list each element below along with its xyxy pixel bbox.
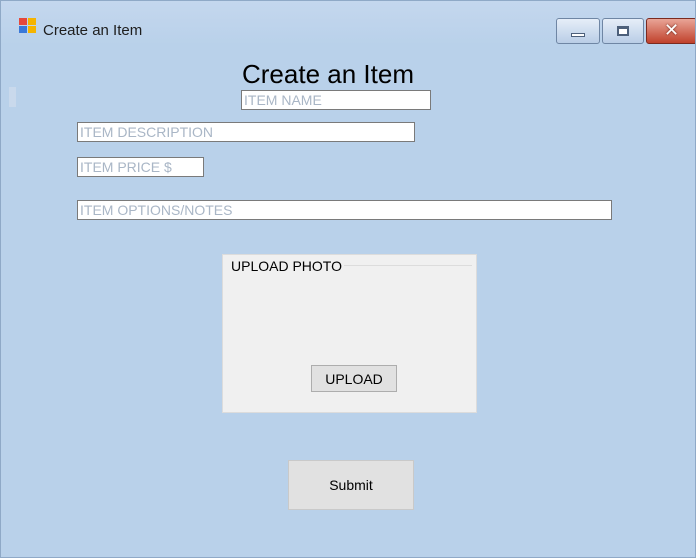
close-icon: ✕	[663, 20, 680, 41]
window-edge-mark	[9, 87, 16, 107]
item-notes-input[interactable]	[77, 200, 612, 220]
item-name-input[interactable]	[241, 90, 431, 110]
item-price-input[interactable]	[77, 157, 204, 177]
minimize-icon	[571, 33, 585, 37]
app-window-icon	[19, 18, 37, 34]
group-border-line	[333, 265, 472, 266]
item-description-input[interactable]	[77, 122, 415, 142]
create-item-window: Create an Item ✕ Create an Item UPLOAD P…	[0, 0, 696, 558]
close-button[interactable]: ✕	[646, 18, 695, 44]
upload-button[interactable]: UPLOAD	[311, 365, 397, 392]
window-title: Create an Item	[43, 22, 143, 39]
minimize-button[interactable]	[556, 18, 600, 44]
title-bar[interactable]: Create an Item ✕	[1, 1, 695, 45]
page-title: Create an Item	[242, 59, 414, 89]
maximize-button[interactable]	[602, 18, 644, 44]
maximize-icon	[617, 26, 629, 36]
submit-button[interactable]: Submit	[288, 460, 414, 510]
upload-photo-label: UPLOAD PHOTO	[231, 258, 344, 274]
upload-photo-group: UPLOAD PHOTO UPLOAD	[222, 254, 477, 413]
